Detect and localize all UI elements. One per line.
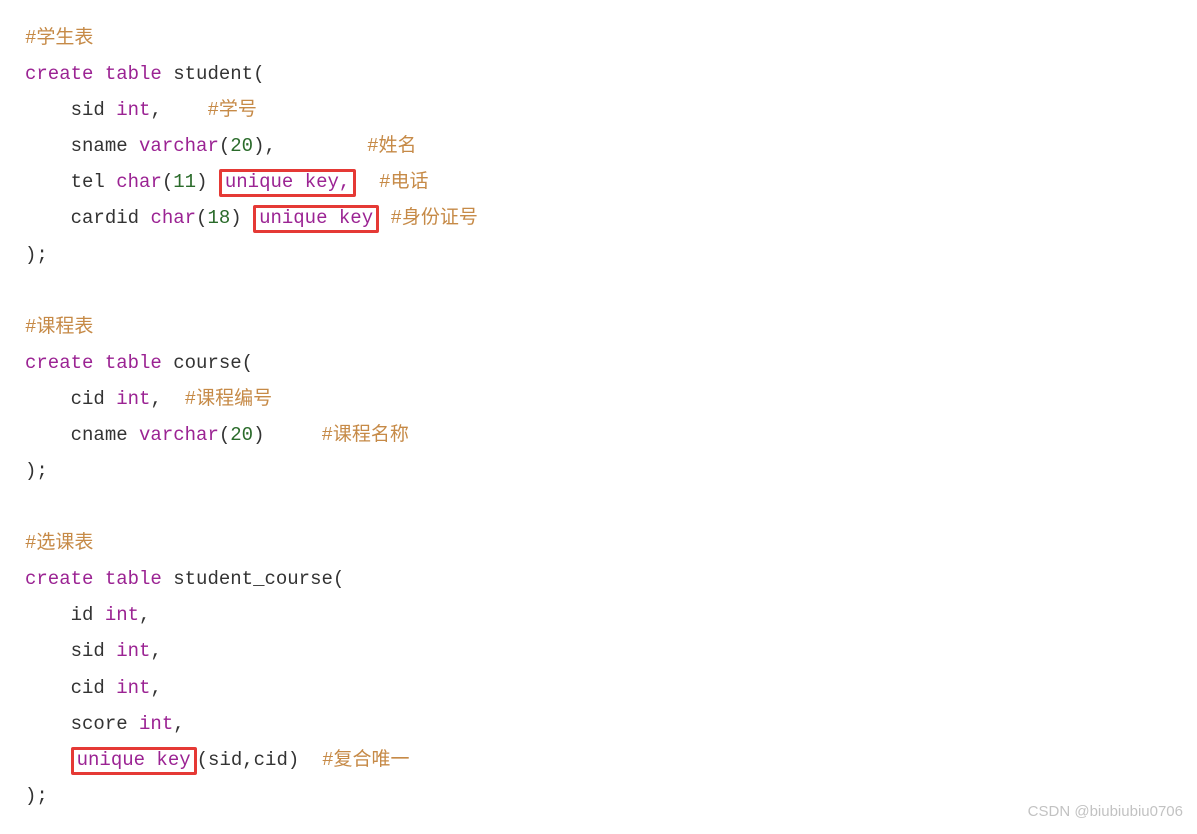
- code-line: #课程表: [25, 309, 1172, 345]
- keyword-create: create: [25, 568, 93, 590]
- col-sname: sname: [71, 135, 128, 157]
- col-score: score: [71, 713, 128, 735]
- type-varchar: varchar: [139, 135, 219, 157]
- code-line: cid int, #课程编号: [25, 381, 1172, 417]
- paren-open: (: [196, 207, 207, 229]
- paren-close: ): [230, 207, 241, 229]
- type-char: char: [150, 207, 196, 229]
- type-int: int: [139, 713, 173, 735]
- highlight-unique-key: unique key: [253, 205, 379, 233]
- highlight-unique-key: unique key,: [219, 169, 356, 197]
- comma: ,: [173, 713, 184, 735]
- semicolon: ;: [36, 460, 47, 482]
- keyword-table: table: [105, 63, 162, 85]
- keyword-table: table: [105, 352, 162, 374]
- paren-open: (: [242, 352, 253, 374]
- table-name: student: [173, 63, 253, 85]
- col-cid: cid: [71, 388, 105, 410]
- code-line: tel char(11) unique key, #电话: [25, 164, 1172, 200]
- keyword-create: create: [25, 352, 93, 374]
- code-line: score int,: [25, 706, 1172, 742]
- number: 11: [173, 171, 196, 193]
- comment: #学生表: [25, 27, 93, 49]
- col-sid: sid: [71, 99, 105, 121]
- table-name: student_course: [173, 568, 333, 590]
- type-int: int: [105, 604, 139, 626]
- paren-open: (: [162, 171, 173, 193]
- code-line: create table course(: [25, 345, 1172, 381]
- paren-close: ): [196, 171, 207, 193]
- type-int: int: [116, 99, 150, 121]
- type-int: int: [116, 677, 150, 699]
- code-line: sid int,: [25, 633, 1172, 669]
- comma: ,: [150, 677, 161, 699]
- number: 20: [230, 135, 253, 157]
- code-line: create table student(: [25, 56, 1172, 92]
- type-varchar: varchar: [139, 424, 219, 446]
- paren-open: (: [219, 424, 230, 446]
- code-line: unique key(sid,cid) #复合唯一: [25, 742, 1172, 778]
- paren-close: ): [25, 460, 36, 482]
- paren-close: ): [25, 244, 36, 266]
- comma: ,: [150, 99, 161, 121]
- comment: #复合唯一: [322, 749, 409, 771]
- paren-open: (: [333, 568, 344, 590]
- comma: ,: [264, 135, 275, 157]
- col-cid: cid: [71, 677, 105, 699]
- comment: #学号: [207, 99, 256, 121]
- type-char: char: [116, 171, 162, 193]
- comment: #姓名: [367, 135, 416, 157]
- comma: ,: [139, 604, 150, 626]
- code-line: );: [25, 237, 1172, 273]
- comment: #身份证号: [391, 207, 478, 229]
- col-sid: sid: [71, 640, 105, 662]
- code-line: cardid char(18) unique key #身份证号: [25, 200, 1172, 236]
- comment: #选课表: [25, 532, 93, 554]
- highlight-unique-key: unique key: [71, 747, 197, 775]
- number: 20: [230, 424, 253, 446]
- semicolon: ;: [36, 244, 47, 266]
- code-line: create table student_course(: [25, 561, 1172, 597]
- comment: #课程编号: [185, 388, 272, 410]
- blank-line: [25, 489, 1172, 525]
- paren-close: ): [253, 135, 264, 157]
- code-line: cid int,: [25, 670, 1172, 706]
- code-line: );: [25, 453, 1172, 489]
- type-int: int: [116, 640, 150, 662]
- comma: ,: [150, 640, 161, 662]
- col-cardid: cardid: [71, 207, 139, 229]
- comment: #课程表: [25, 316, 93, 338]
- code-line: sid int, #学号: [25, 92, 1172, 128]
- col-cname: cname: [71, 424, 128, 446]
- table-name: course: [173, 352, 241, 374]
- comma: ,: [150, 388, 161, 410]
- comment: #电话: [379, 171, 428, 193]
- watermark: CSDN @biubiubiu0706: [1028, 798, 1183, 827]
- paren-open: (: [219, 135, 230, 157]
- code-line: #学生表: [25, 20, 1172, 56]
- type-int: int: [116, 388, 150, 410]
- keyword-table: table: [105, 568, 162, 590]
- paren-close: ): [25, 785, 36, 807]
- code-line: id int,: [25, 597, 1172, 633]
- semicolon: ;: [36, 785, 47, 807]
- code-line: cname varchar(20) #课程名称: [25, 417, 1172, 453]
- code-line: );: [25, 778, 1172, 814]
- col-tel: tel: [71, 171, 105, 193]
- code-line: sname varchar(20), #姓名: [25, 128, 1172, 164]
- number: 18: [207, 207, 230, 229]
- blank-line: [25, 273, 1172, 309]
- paren-open: (: [253, 63, 264, 85]
- comment: #课程名称: [322, 424, 409, 446]
- keyword-create: create: [25, 63, 93, 85]
- paren-close: ): [253, 424, 264, 446]
- col-id: id: [71, 604, 94, 626]
- unique-args: (sid,cid): [197, 749, 300, 771]
- code-line: #选课表: [25, 525, 1172, 561]
